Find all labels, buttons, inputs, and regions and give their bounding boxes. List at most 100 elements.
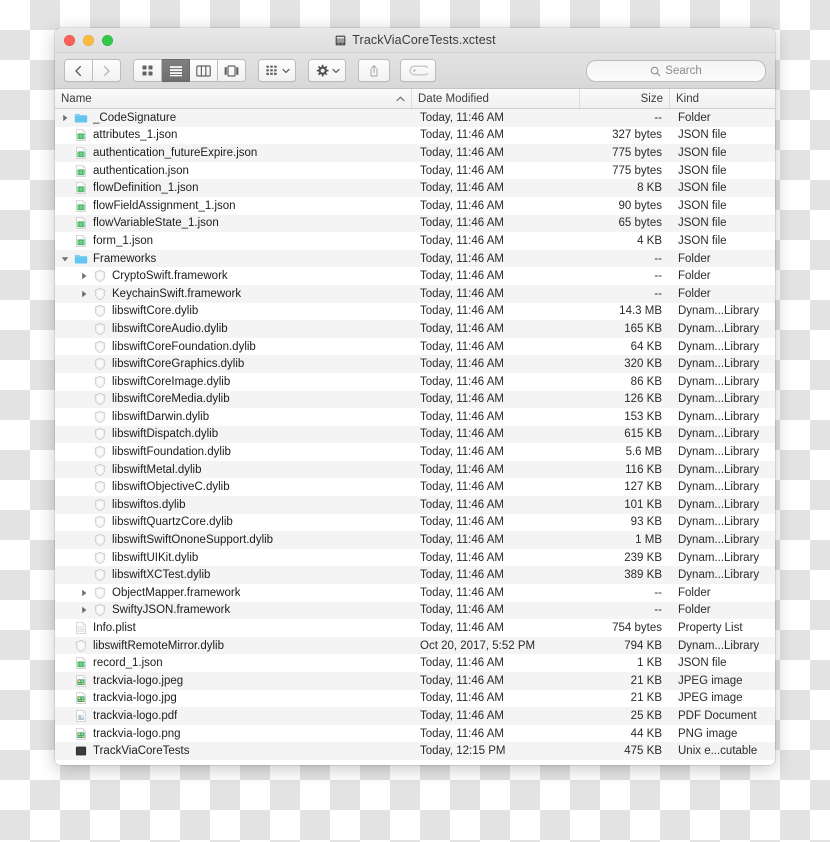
file-row[interactable]: libswiftCoreGraphics.dylib Today, 11:46 A…	[55, 355, 775, 373]
file-row[interactable]: Frameworks Today, 11:46 AM -- Folder	[55, 249, 775, 268]
maximize-window-button[interactable]	[102, 35, 113, 46]
file-name-cell: libswiftFoundation.dylib	[55, 445, 412, 459]
file-kind-cell: Dynam...Library	[678, 463, 760, 476]
framework-icon	[94, 287, 106, 300]
file-kind-cell: Dynam...Library	[678, 516, 760, 529]
disclosure-triangle-collapsed[interactable]	[78, 606, 89, 614]
view-as-columns-button[interactable]	[190, 59, 218, 82]
column-header-date-modified[interactable]: Date Modified	[412, 89, 580, 108]
file-row[interactable]: libswiftDarwin.dylib Today, 11:46 AM 153 K…	[55, 408, 775, 426]
file-row[interactable]: libswiftCore.dylib Today, 11:46 AM 14.3 MB…	[55, 303, 775, 321]
file-row[interactable]: libswiftFoundation.dylib Today, 11:46 AM 5…	[55, 443, 775, 461]
file-date-cell: Today, 11:46 AM	[420, 393, 504, 406]
json-file-icon	[76, 235, 86, 247]
framework-icon	[94, 534, 106, 547]
disclosure-triangle-expanded[interactable]	[59, 255, 70, 263]
file-row[interactable]: libswiftQuartzCore.dylib Today, 11:46 AM 9…	[55, 514, 775, 532]
file-row[interactable]: flowVariableState_1.json Today, 11:46 AM 6…	[55, 214, 775, 233]
column-header-kind-label: Kind	[676, 92, 700, 105]
view-as-list-button[interactable]	[162, 59, 190, 82]
file-size-cell: 239 KB	[624, 551, 662, 564]
file-date-cell: Oct 20, 2017, 5:52 PM	[420, 639, 536, 652]
file-name-label: libswiftObjectiveC.dylib	[112, 481, 230, 494]
minimize-window-button[interactable]	[83, 35, 94, 46]
file-name-cell: libswiftCoreFoundation.dylib	[55, 340, 412, 354]
file-row[interactable]: CryptoSwift.framework Today, 11:46 AM -- Fo…	[55, 267, 775, 285]
file-row[interactable]: libswiftXCTest.dylib Today, 11:46 AM 389 K…	[55, 566, 775, 585]
file-row[interactable]: trackvia-logo.jpeg Today, 11:46 AM 21 KB JP…	[55, 672, 775, 690]
file-kind-cell: Dynam...Library	[678, 498, 760, 511]
search-field[interactable]: Search	[586, 60, 766, 82]
file-name-cell: libswiftXCTest.dylib	[55, 568, 412, 582]
file-name-label: libswiftDarwin.dylib	[112, 410, 210, 423]
file-row[interactable]: flowDefinition_1.json Today, 11:46 AM 8 KB…	[55, 179, 775, 197]
file-size-cell: 101 KB	[624, 498, 662, 511]
file-row[interactable]: trackvia-logo.png Today, 11:46 AM 44 KB PNG…	[55, 725, 775, 743]
file-row[interactable]: record_1.json Today, 11:46 AM 1 KB JSON fil…	[55, 654, 775, 672]
disclosure-triangle-collapsed[interactable]	[78, 589, 89, 597]
file-row[interactable]: libswiftCoreFoundation.dylib Today, 11:46…	[55, 338, 775, 356]
file-row[interactable]: attributes_1.json Today, 11:46 AM 327 byte…	[55, 127, 775, 145]
disclosure-triangle-collapsed[interactable]	[59, 114, 70, 122]
close-window-button[interactable]	[64, 35, 75, 46]
disclosure-triangle-collapsed[interactable]	[78, 272, 89, 280]
view-as-icons-button[interactable]	[133, 59, 162, 82]
share-button[interactable]	[358, 59, 390, 82]
file-row[interactable]: ObjectMapper.framework Today, 11:46 AM -- F…	[55, 584, 775, 602]
action-menu-button[interactable]	[308, 59, 346, 82]
framework-icon	[94, 569, 106, 582]
file-row[interactable]: trackvia-logo.jpg Today, 11:46 AM 21 KB JPE…	[55, 690, 775, 708]
file-row[interactable]: libswiftCoreImage.dylib Today, 11:46 AM 86…	[55, 373, 775, 391]
arrange-by-button[interactable]	[258, 59, 296, 82]
file-row[interactable]: libswiftObjectiveC.dylib Today, 11:46 AM 1…	[55, 478, 775, 496]
file-name-label: libswiftUIKit.dylib	[112, 551, 199, 564]
file-row[interactable]: libswiftDispatch.dylib Today, 11:46 AM 615…	[55, 425, 775, 444]
file-row[interactable]: KeychainSwift.framework Today, 11:46 AM --…	[55, 284, 775, 303]
file-name-label: libswiftCoreImage.dylib	[112, 375, 231, 388]
tag-icon	[409, 65, 428, 76]
edit-tags-button[interactable]	[400, 59, 436, 82]
file-list[interactable]: _CodeSignature Today, 11:46 AM -- Folder att…	[55, 109, 775, 765]
gallery-icon	[224, 64, 239, 77]
file-date-cell: Today, 11:46 AM	[420, 358, 504, 371]
framework-icon	[94, 586, 106, 599]
disclosure-triangle-collapsed[interactable]	[78, 290, 89, 298]
file-name-cell: trackvia-logo.jpeg	[55, 674, 412, 688]
file-name-label: libswiftCoreFoundation.dylib	[112, 340, 256, 353]
column-header-name[interactable]: Name	[55, 89, 412, 108]
file-row[interactable]: authentication_futureExpire.json Today, 1…	[55, 144, 775, 162]
file-row[interactable]: flowFieldAssignment_1.json Today, 11:46 A…	[55, 197, 775, 215]
file-row[interactable]: authentication.json Today, 11:46 AM 775 by…	[55, 162, 775, 180]
file-row[interactable]: libswiftRemoteMirror.dylib Oct 20, 2017, …	[55, 636, 775, 655]
image-file-icon	[76, 692, 86, 705]
file-row[interactable]: libswiftos.dylib Today, 11:46 AM 101 KB Dyn…	[55, 496, 775, 514]
file-row[interactable]: SwiftyJSON.framework Today, 11:46 AM -- Fol…	[55, 601, 775, 620]
file-name-label: libswiftQuartzCore.dylib	[112, 516, 233, 529]
file-row[interactable]: TrackViaCoreTests Today, 12:15 PM 475 KB Un…	[55, 742, 775, 760]
file-row[interactable]: trackvia-logo.pdf Today, 11:46 AM 25 KB PDF…	[55, 707, 775, 725]
file-row[interactable]: libswiftMetal.dylib Today, 11:46 AM 116 KB…	[55, 460, 775, 479]
file-size-cell: --	[654, 111, 662, 124]
file-name-label: libswiftXCTest.dylib	[112, 569, 211, 582]
file-row[interactable]: libswiftSwiftOnoneSupport.dylib Today, 11…	[55, 531, 775, 549]
triangle-right-icon	[62, 114, 67, 121]
column-header-size[interactable]: Size	[580, 89, 670, 108]
file-row[interactable]: libswiftCoreAudio.dylib Today, 11:46 AM 16…	[55, 320, 775, 338]
back-button[interactable]	[64, 59, 93, 82]
view-as-gallery-button[interactable]	[218, 59, 246, 82]
file-size-cell: 794 KB	[624, 639, 662, 652]
file-size-cell: --	[654, 252, 662, 265]
column-header-kind[interactable]: Kind	[670, 89, 775, 108]
file-row[interactable]: form_1.json Today, 11:46 AM 4 KB JSON file	[55, 232, 775, 250]
file-row[interactable]: libswiftCoreMedia.dylib Today, 11:46 AM 12…	[55, 390, 775, 409]
file-date-cell: Today, 11:46 AM	[420, 446, 504, 459]
file-row[interactable]: _CodeSignature Today, 11:46 AM -- Folder	[55, 109, 775, 127]
file-size-cell: 1 KB	[637, 657, 662, 670]
file-row[interactable]: Info.plist Today, 11:46 AM 754 bytes Proper…	[55, 619, 775, 637]
file-size-cell: 14.3 MB	[619, 305, 662, 318]
file-kind-cell: Folder	[678, 252, 711, 265]
window-titlebar[interactable]: TrackViaCoreTests.xctest	[55, 28, 775, 53]
forward-button[interactable]	[93, 59, 121, 82]
file-row[interactable]: libswiftUIKit.dylib Today, 11:46 AM 239 KB…	[55, 549, 775, 567]
chevron-right-icon	[103, 65, 110, 76]
